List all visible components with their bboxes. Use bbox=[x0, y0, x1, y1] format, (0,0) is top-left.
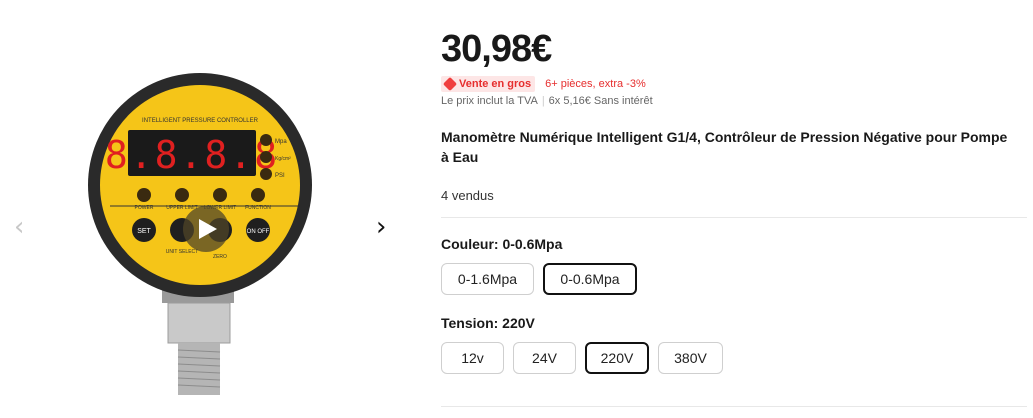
voltage-property-label: Tension: 220V bbox=[441, 315, 535, 331]
tag-icon bbox=[442, 76, 458, 92]
product-title: Manomètre Numérique Intelligent G1/4, Co… bbox=[441, 129, 1008, 165]
unit-label-1: Kg/cm² bbox=[275, 156, 291, 162]
gauge-header: INTELLIGENT PRESSURE CONTROLLER bbox=[142, 118, 259, 124]
gauge-btn-set: SET bbox=[137, 228, 151, 235]
vat-text: Le prix inclut la TVA bbox=[441, 95, 538, 107]
wholesale-discount-text: 6+ pièces, extra -3% bbox=[545, 78, 646, 90]
gauge-face bbox=[100, 85, 300, 285]
gauge-display-digits: 8.8.8.8 bbox=[105, 133, 279, 177]
gauge-label-zero: ZERO bbox=[213, 254, 227, 260]
led-label-power: POWER bbox=[135, 205, 154, 211]
chevron-right-icon[interactable]: › bbox=[376, 214, 386, 240]
voltage-option-380v[interactable]: 380V bbox=[658, 342, 723, 374]
promo-line: Vente en gros 6+ pièces, extra -3% bbox=[441, 76, 646, 92]
divider bbox=[441, 406, 1027, 407]
led-label-function: FUNCTION bbox=[245, 205, 271, 211]
color-options: 0-1.6Mpa 0-0.6Mpa bbox=[441, 263, 646, 295]
play-video-button[interactable] bbox=[183, 206, 229, 252]
product-gallery: ‹ INTELLIGENT PRESSURE CONTROLLER 8.8.8.… bbox=[0, 0, 418, 418]
sold-count: 4 vendus bbox=[441, 188, 494, 203]
play-icon bbox=[199, 219, 217, 239]
voltage-option-12v[interactable]: 12v bbox=[441, 342, 504, 374]
color-option-0-1-6mpa[interactable]: 0-1.6Mpa bbox=[441, 263, 534, 295]
unit-label-2: PSI bbox=[275, 173, 285, 179]
unit-label-0: Mpa bbox=[275, 139, 287, 145]
installments-text: 6x 5,16€ Sans intérêt bbox=[548, 95, 653, 107]
voltage-option-24v[interactable]: 24V bbox=[513, 342, 576, 374]
chevron-left-icon[interactable]: ‹ bbox=[14, 214, 24, 240]
color-option-0-0-6mpa[interactable]: 0-0.6Mpa bbox=[543, 263, 637, 295]
wholesale-badge-label: Vente en gros bbox=[459, 78, 532, 90]
color-property-label: Couleur: 0-0.6Mpa bbox=[441, 236, 563, 252]
vat-line: Le prix inclut la TVA | 6x 5,16€ Sans inté… bbox=[441, 95, 653, 107]
voltage-options[interactable]: 12v 24V 220V 380V bbox=[441, 342, 732, 374]
voltage-option-220v[interactable]: 220V bbox=[585, 342, 649, 374]
product-price: 30,98€ bbox=[441, 28, 552, 70]
gauge-btn-onoff: ON OFF bbox=[247, 229, 270, 235]
wholesale-badge: Vente en gros bbox=[441, 76, 536, 92]
gauge-label-unit-select: UNIT SELECT bbox=[166, 249, 198, 255]
fitting-hex bbox=[167, 302, 231, 344]
vat-separator: | bbox=[541, 95, 545, 107]
divider bbox=[441, 217, 1027, 218]
